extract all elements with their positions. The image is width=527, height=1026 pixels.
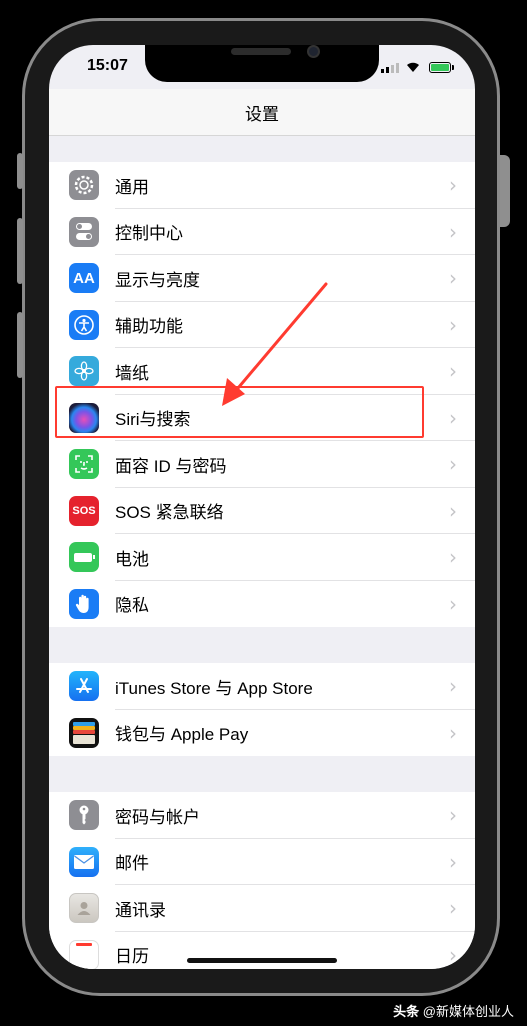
volume-down-button	[17, 312, 23, 378]
settings-group-2: iTunes Store 与 App Store › 钱包与 Apple Pay…	[49, 663, 475, 756]
settings-row-face-id[interactable]: 面容 ID 与密码 ›	[49, 441, 475, 488]
settings-row-label: 日历	[115, 947, 149, 967]
chevron-right-icon: ›	[449, 452, 457, 477]
flower-icon	[69, 356, 99, 387]
sos-icon: SOS	[69, 495, 99, 526]
battery-icon	[69, 542, 99, 573]
wifi-icon	[405, 60, 421, 78]
hand-icon	[69, 588, 99, 619]
settings-row-label: 墙纸	[115, 363, 149, 383]
settings-row-label: 钱包与 Apple Pay	[115, 725, 249, 745]
settings-row-label: 控制中心	[115, 224, 183, 244]
chevron-right-icon: ›	[449, 359, 457, 384]
chevron-right-icon: ›	[449, 849, 457, 874]
app-store-icon	[69, 671, 99, 702]
settings-row-sos[interactable]: SOS SOS 紧急联络 ›	[49, 488, 475, 534]
settings-row-label: 辅助功能	[115, 317, 183, 337]
settings-row-control-center[interactable]: 控制中心 ›	[49, 209, 475, 255]
chevron-right-icon: ›	[449, 266, 457, 291]
face-id-icon	[69, 449, 99, 480]
settings-row-privacy[interactable]: 隐私 ›	[49, 581, 475, 628]
chevron-right-icon: ›	[449, 405, 457, 430]
settings-group-3: 密码与帐户 › 邮件 › 通讯录 › 日历 ›	[49, 792, 475, 969]
settings-row-label: 通用	[115, 177, 149, 197]
chevron-right-icon: ›	[449, 803, 457, 828]
settings-row-label: 电池	[115, 549, 149, 569]
gear-icon	[69, 170, 99, 201]
text-size-icon: AA	[69, 263, 99, 294]
settings-row-calendar[interactable]: 日历 ›	[49, 932, 475, 969]
chevron-right-icon: ›	[449, 942, 457, 967]
settings-row-label: 显示与亮度	[115, 270, 200, 290]
front-camera	[307, 45, 320, 58]
battery-status-icon	[429, 62, 451, 73]
mail-icon	[69, 846, 99, 877]
settings-row-label: SOS 紧急联络	[115, 503, 224, 523]
chevron-right-icon: ›	[449, 591, 457, 616]
wallet-icon	[69, 717, 99, 748]
accessibility-icon	[69, 309, 99, 340]
navigation-bar: 设置	[49, 89, 475, 136]
status-time: 15:07	[87, 57, 128, 74]
settings-row-label: 隐私	[115, 596, 149, 616]
screen: 15:07 设置 通用 › 控制中心 › AA 显示与亮度 › 辅助功能 › 墙…	[49, 45, 475, 969]
watermark: 头条 @新媒体创业人	[393, 1001, 514, 1020]
page-title: 设置	[245, 104, 279, 124]
settings-row-general[interactable]: 通用 ›	[49, 162, 475, 209]
chevron-right-icon: ›	[449, 720, 457, 745]
chevron-right-icon: ›	[449, 674, 457, 699]
settings-row-label: 邮件	[115, 854, 149, 874]
mute-switch	[17, 153, 23, 189]
settings-row-label: 面容 ID 与密码	[115, 456, 227, 476]
settings-row-label: 通讯录	[115, 900, 166, 920]
chevron-right-icon: ›	[449, 312, 457, 337]
settings-row-mail[interactable]: 邮件 ›	[49, 839, 475, 885]
settings-row-battery[interactable]: 电池 ›	[49, 534, 475, 581]
settings-row-contacts[interactable]: 通讯录 ›	[49, 885, 475, 932]
notch	[145, 45, 379, 82]
key-icon	[69, 800, 99, 831]
battery-tip	[452, 65, 454, 70]
settings-row-app-store[interactable]: iTunes Store 与 App Store ›	[49, 663, 475, 710]
watermark-prefix: 头条	[393, 1004, 420, 1019]
settings-row-passwords[interactable]: 密码与帐户 ›	[49, 792, 475, 839]
settings-row-wallet[interactable]: 钱包与 Apple Pay ›	[49, 710, 475, 757]
contacts-icon	[69, 893, 99, 924]
annotation-arrow-icon	[222, 282, 328, 406]
toggles-icon	[69, 216, 99, 247]
settings-row-label: iTunes Store 与 App Store	[115, 678, 313, 698]
power-button	[500, 155, 510, 227]
calendar-icon	[69, 939, 99, 969]
chevron-right-icon: ›	[449, 498, 457, 523]
signal-icon	[381, 63, 399, 73]
watermark-text: @新媒体创业人	[422, 1004, 514, 1019]
chevron-right-icon: ›	[449, 896, 457, 921]
speaker-grille	[231, 48, 291, 55]
volume-up-button	[17, 218, 23, 284]
chevron-right-icon: ›	[449, 545, 457, 570]
home-indicator[interactable]	[187, 958, 337, 963]
chevron-right-icon: ›	[449, 173, 457, 198]
chevron-right-icon: ›	[449, 219, 457, 244]
settings-row-label: 密码与帐户	[115, 807, 200, 827]
